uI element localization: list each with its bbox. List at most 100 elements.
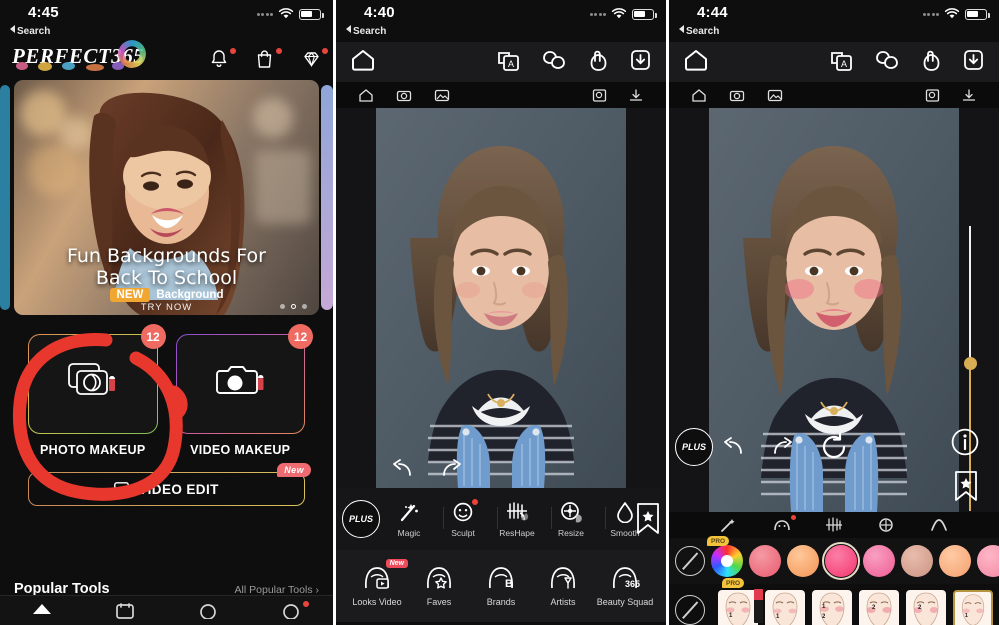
swatch-5[interactable] bbox=[901, 545, 933, 577]
home-icon[interactable] bbox=[350, 48, 376, 72]
intensity-slider[interactable] bbox=[964, 226, 977, 511]
bottom-artists[interactable]: Artists bbox=[534, 564, 592, 607]
slider-thumb[interactable] bbox=[964, 357, 977, 371]
promo-banner-carousel[interactable]: Fun Backgrounds For Back To School NEW Ba… bbox=[0, 80, 333, 320]
shapes-icon[interactable] bbox=[541, 48, 567, 72]
color-wheel-swatch[interactable]: PRO bbox=[707, 536, 743, 577]
reshape-icon bbox=[507, 501, 529, 521]
sculpt-tool-icon[interactable] bbox=[772, 515, 796, 533]
editor-toolbar: A bbox=[336, 42, 666, 108]
video-edit-button[interactable]: New VIDEO EDIT bbox=[28, 463, 311, 506]
svg-text:A: A bbox=[841, 59, 847, 69]
promo-banner[interactable]: Fun Backgrounds For Back To School NEW Ba… bbox=[14, 80, 319, 315]
droplet-icon bbox=[617, 501, 633, 523]
bottom-looks-video[interactable]: New Looks Video bbox=[348, 559, 408, 607]
tool-resize[interactable]: Resize bbox=[544, 501, 606, 538]
camera-icon-small[interactable] bbox=[729, 88, 745, 103]
text-photo-icon[interactable]: A bbox=[496, 48, 521, 72]
reshape-tool-icon[interactable] bbox=[824, 517, 844, 533]
carousel-dots[interactable] bbox=[280, 304, 307, 309]
bookmark-icon[interactable] bbox=[953, 470, 979, 502]
logo-blob-blue bbox=[62, 62, 75, 70]
resize-tool-icon[interactable] bbox=[876, 517, 896, 533]
tool-reshape[interactable]: ResHape bbox=[490, 501, 552, 538]
none-swatch[interactable] bbox=[675, 546, 705, 576]
video-makeup-tile[interactable]: 12 VIDEO MAKEUP bbox=[176, 324, 313, 457]
download-icon[interactable] bbox=[629, 48, 652, 72]
gallery-icon-small[interactable] bbox=[767, 88, 783, 103]
tab-looks[interactable] bbox=[167, 603, 250, 619]
shop-badge-dot bbox=[276, 48, 282, 54]
carousel-prev-peek[interactable] bbox=[0, 85, 10, 310]
face-style-3[interactable]: 12 bbox=[812, 590, 852, 625]
editor-toolbar-ghost bbox=[669, 82, 999, 108]
editor-canvas[interactable] bbox=[336, 108, 666, 488]
camera-icon-small[interactable] bbox=[396, 88, 412, 103]
shapes-icon[interactable] bbox=[874, 48, 900, 72]
carousel-next-peek[interactable] bbox=[321, 85, 333, 310]
swatch-7[interactable] bbox=[977, 545, 999, 577]
status-back-link[interactable]: Search bbox=[679, 25, 719, 37]
swatch-3[interactable] bbox=[822, 542, 860, 580]
tool-magic[interactable]: Magic bbox=[382, 501, 444, 538]
bell-icon[interactable] bbox=[209, 48, 236, 72]
favorites-button[interactable] bbox=[634, 502, 662, 536]
banner-cta[interactable]: TRY NOW bbox=[14, 302, 319, 313]
plus-button[interactable]: PLUS bbox=[342, 500, 380, 538]
redo-icon[interactable] bbox=[440, 458, 464, 480]
face-style-1[interactable]: PRO 1 bbox=[718, 578, 763, 625]
swatch-6[interactable] bbox=[939, 545, 971, 577]
swatch-1[interactable] bbox=[749, 545, 781, 577]
swatch-4[interactable] bbox=[863, 545, 895, 577]
gallery-icon-small[interactable] bbox=[434, 88, 450, 103]
reset-icon[interactable] bbox=[818, 432, 850, 462]
wifi-icon bbox=[611, 8, 627, 19]
editor-canvas[interactable]: PLUS bbox=[669, 108, 999, 512]
undo-icon[interactable] bbox=[390, 458, 414, 480]
home-icon-small[interactable] bbox=[691, 88, 707, 103]
home-icon[interactable] bbox=[683, 48, 709, 72]
video-makeup-badge: 12 bbox=[288, 324, 313, 349]
app-logo: PERFECT365 bbox=[12, 40, 147, 71]
info-icon[interactable] bbox=[951, 428, 979, 456]
smooth-tool-icon[interactable] bbox=[929, 517, 949, 533]
tab-calendar[interactable] bbox=[83, 602, 166, 619]
face-style-5[interactable]: 2 bbox=[906, 590, 946, 625]
undo-icon[interactable] bbox=[721, 436, 745, 458]
shop-bag-icon[interactable] bbox=[255, 48, 282, 72]
touch-icon[interactable] bbox=[587, 48, 609, 72]
portrait-photo[interactable] bbox=[376, 108, 626, 488]
tool-resize-label: Resize bbox=[558, 527, 584, 538]
banner-subtitle: Background bbox=[156, 289, 224, 301]
panel-editor-blush: 4:44 Search A PLUS PRO PRO 1 1 1 2 2 2 1 bbox=[669, 0, 999, 625]
home-icon-small[interactable] bbox=[358, 88, 374, 103]
face-style-2[interactable]: 1 bbox=[765, 590, 805, 625]
face-style-none[interactable] bbox=[675, 595, 705, 625]
touch-icon[interactable] bbox=[920, 48, 942, 72]
plus-button[interactable]: PLUS bbox=[675, 428, 713, 466]
face-style-6[interactable]: 1 bbox=[953, 590, 993, 625]
status-back-link[interactable]: Search bbox=[346, 25, 386, 37]
compare-icon-small[interactable] bbox=[925, 88, 941, 103]
diamond-icon[interactable] bbox=[301, 48, 328, 72]
circle-tab-icon bbox=[200, 603, 216, 619]
text-photo-icon[interactable]: A bbox=[829, 48, 854, 72]
swatch-2[interactable] bbox=[787, 545, 819, 577]
bottom-beauty-squad[interactable]: 365 Beauty Squad bbox=[596, 564, 654, 607]
status-back-link[interactable]: Search bbox=[10, 25, 50, 37]
download-icon-small[interactable] bbox=[961, 88, 977, 103]
download-icon-small[interactable] bbox=[628, 88, 644, 103]
tab-profile[interactable] bbox=[250, 600, 333, 619]
bottom-brands[interactable]: B Brands bbox=[472, 564, 530, 607]
tool-sculpt[interactable]: Sculpt bbox=[436, 498, 498, 538]
tab-home[interactable] bbox=[0, 603, 83, 619]
magic-tool-icon[interactable] bbox=[719, 517, 739, 533]
download-icon[interactable] bbox=[962, 48, 985, 72]
bottom-faves[interactable]: Faves bbox=[410, 564, 468, 607]
editor-bottom-strip: New Looks Video Faves B Brands Artists 3… bbox=[336, 550, 666, 622]
photo-makeup-tile[interactable]: 12 PHOTO MAKEUP bbox=[28, 324, 166, 457]
redo-icon[interactable] bbox=[771, 436, 795, 458]
compare-icon-small[interactable] bbox=[592, 88, 608, 103]
plus-label: PLUS bbox=[348, 514, 373, 524]
face-style-4[interactable]: 2 bbox=[859, 590, 899, 625]
